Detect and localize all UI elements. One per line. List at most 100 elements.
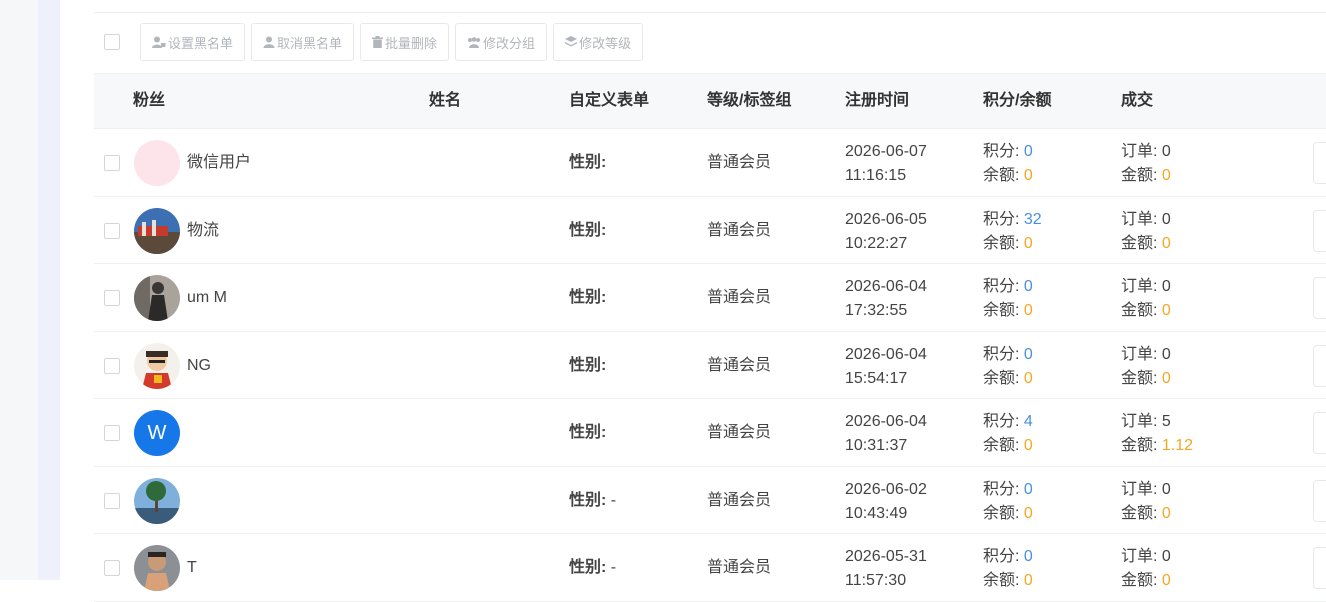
register-time: 2026-06-04 10:31:37: [845, 410, 927, 458]
avatar: [134, 545, 180, 591]
gender-label: 性别:: [569, 154, 607, 171]
balance-label: 余额:: [983, 302, 1020, 319]
orders-value: 5: [1161, 413, 1171, 430]
row-action-button[interactable]: [1313, 344, 1326, 387]
amount-label: 金额:: [1121, 572, 1158, 589]
row-action-button[interactable]: [1313, 479, 1326, 522]
avatar: [134, 140, 180, 186]
register-clock: 10:22:27: [845, 234, 908, 252]
amount-value: 0: [1161, 167, 1171, 184]
register-time: 2026-05-31 11:57:30: [845, 545, 927, 593]
points-label: 积分:: [983, 210, 1020, 228]
member-level: 普通会员: [707, 491, 772, 509]
register-clock: 10:43:49: [845, 504, 908, 522]
row-checkbox[interactable]: [104, 492, 120, 509]
register-clock: 15:54:17: [845, 369, 908, 387]
balance-value: 0: [1023, 234, 1033, 252]
gender-label: 性别:: [569, 221, 607, 239]
amount-value: 0: [1161, 234, 1171, 252]
register-time: 2026-06-07 11:16:15: [845, 140, 927, 188]
custom-form: 性别:: [569, 399, 606, 466]
table-row: T 性别: - 普通会员 2026-05-31 11:57:30 积分: 0 余…: [94, 534, 1326, 602]
gender-label: 性别:: [569, 491, 607, 509]
layers-icon: [565, 36, 578, 47]
balance-value: 0: [1023, 302, 1033, 319]
points-value: 0: [1023, 345, 1033, 363]
points-value: 0: [1023, 480, 1033, 498]
gender-label: 性别:: [569, 356, 607, 374]
register-date: 2026-05-31: [845, 548, 927, 565]
change-level-button[interactable]: 修改等级: [553, 23, 644, 61]
row-checkbox[interactable]: [104, 222, 120, 239]
amount-label: 金额:: [1121, 369, 1158, 387]
points-balance: 积分: 32 余额: 0: [983, 208, 1042, 256]
header-name: 姓名: [429, 92, 462, 109]
change-group-button[interactable]: 修改分组: [455, 23, 548, 61]
register-time: 2026-06-02 10:43:49: [845, 478, 927, 526]
nickname: NG: [187, 356, 211, 374]
amount-value: 1.12: [1161, 437, 1194, 454]
balance-label: 余额:: [983, 437, 1020, 454]
avatar: [134, 207, 180, 254]
amount-label: 金额:: [1121, 167, 1158, 184]
row-checkbox[interactable]: [104, 560, 120, 576]
points-balance: 积分: 0 余额: 0: [983, 140, 1033, 188]
orders-label: 订单:: [1121, 548, 1158, 565]
balance-label: 余额:: [983, 504, 1020, 522]
register-clock: 11:57:30: [845, 572, 907, 589]
avatar: [134, 477, 180, 524]
set-blacklist-button[interactable]: 设置黑名单: [140, 23, 246, 61]
cancel-blacklist-button[interactable]: 取消黑名单: [251, 23, 355, 61]
avatar-letter: W: [147, 422, 167, 444]
divider: [94, 12, 1326, 13]
custom-form: 性别:: [569, 197, 606, 264]
row-checkbox[interactable]: [104, 425, 120, 441]
amount-label: 金额:: [1121, 234, 1158, 252]
gender-value: -: [610, 491, 617, 509]
register-clock: 11:16:15: [845, 167, 907, 184]
orders-label: 订单:: [1121, 278, 1158, 295]
left-background: [0, 0, 38, 580]
balance-value: 0: [1023, 504, 1033, 522]
users-icon: [468, 36, 481, 48]
nickname: 物流: [187, 221, 220, 239]
orders-label: 订单:: [1121, 345, 1158, 363]
custom-form: 性别:: [569, 332, 606, 399]
points-balance: 积分: 0 余额: 0: [983, 275, 1033, 323]
row-checkbox[interactable]: [104, 357, 120, 374]
deal-info: 订单: 0 金额: 0: [1121, 478, 1171, 526]
row-action-button[interactable]: [1313, 209, 1326, 252]
amount-value: 0: [1161, 302, 1171, 319]
change-group-label: 修改分组: [483, 35, 536, 51]
points-value: 32: [1023, 210, 1042, 228]
balance-value: 0: [1023, 167, 1033, 184]
amount-label: 金额:: [1121, 437, 1158, 454]
points-balance: 积分: 0 余额: 0: [983, 478, 1033, 526]
user-lock-icon: [152, 36, 166, 48]
row-checkbox[interactable]: [104, 155, 120, 171]
custom-form: 性别:: [569, 129, 606, 196]
points-value: 0: [1023, 143, 1033, 160]
points-value: 0: [1023, 278, 1033, 295]
points-label: 积分:: [983, 480, 1020, 498]
orders-value: 0: [1161, 210, 1171, 228]
bulk-toolbar: 设置黑名单 取消黑名单 批量删除 修改分组 修改等级: [94, 22, 649, 62]
points-label: 积分:: [983, 345, 1020, 363]
row-action-button[interactable]: [1313, 547, 1326, 589]
table-row: NG 性别: 普通会员 2026-06-04 15:54:17 积分: 0 余额…: [94, 332, 1326, 399]
row-checkbox[interactable]: [104, 290, 120, 306]
header-custom-form: 自定义表单: [569, 92, 650, 109]
points-label: 积分:: [983, 548, 1020, 565]
header-points-balance: 积分/余额: [983, 92, 1052, 109]
row-action-button[interactable]: [1313, 277, 1326, 319]
header-register-time: 注册时间: [845, 92, 910, 109]
header-level-tag: 等级/标签组: [707, 92, 792, 109]
select-all-checkbox[interactable]: [104, 34, 120, 50]
batch-delete-button[interactable]: 批量删除: [360, 23, 450, 61]
register-time: 2026-06-05 10:22:27: [845, 208, 927, 256]
row-action-button[interactable]: [1313, 412, 1326, 454]
row-action-button[interactable]: [1313, 142, 1326, 184]
amount-value: 0: [1161, 504, 1171, 522]
nickname: 微信用户: [187, 154, 252, 171]
deal-info: 订单: 0 金额: 0: [1121, 140, 1171, 188]
